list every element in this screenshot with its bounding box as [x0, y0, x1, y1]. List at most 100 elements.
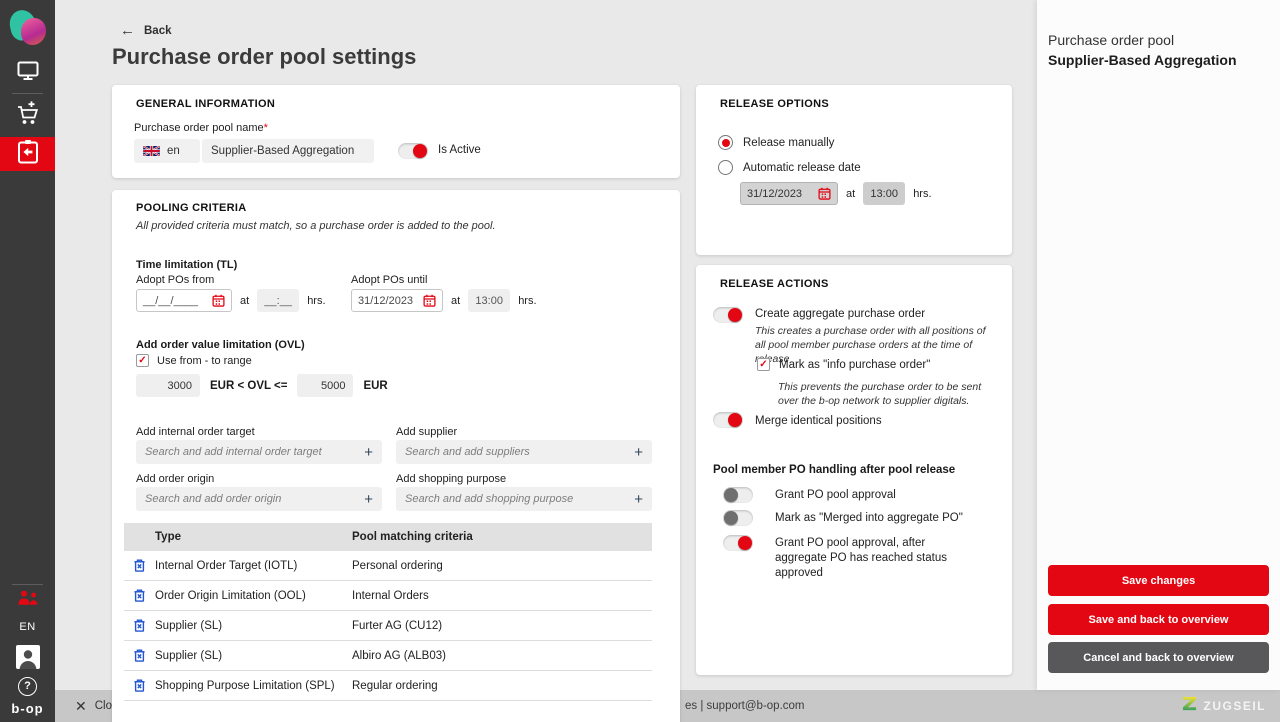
- language-selector[interactable]: en: [134, 139, 200, 163]
- is-active-label: Is Active: [438, 144, 481, 156]
- search-field-label: Add supplier: [396, 426, 458, 438]
- is-active-toggle[interactable]: [398, 143, 428, 159]
- grant-approval-after-toggle[interactable]: [723, 535, 753, 551]
- close-icon: ✕: [75, 697, 87, 714]
- create-aggregate-label: Create aggregate purchase order: [755, 308, 926, 320]
- pool-name-input[interactable]: Supplier-Based Aggregation: [202, 139, 374, 163]
- table-row: Order Origin Limitation (OOL) Internal O…: [124, 581, 652, 611]
- calendar-icon[interactable]: [212, 294, 225, 307]
- merged-into-aggregate-toggle[interactable]: [723, 510, 753, 526]
- release-manually-row: Release manually: [718, 135, 834, 150]
- toggle-knob: [728, 308, 742, 322]
- merged-into-aggregate-label: Mark as "Merged into aggregate PO": [775, 512, 963, 524]
- toggle-knob: [413, 144, 427, 158]
- grant-approval-after-label: Grant PO pool approval, after aggregate …: [775, 537, 947, 579]
- sidebar-item-shop[interactable]: [0, 100, 55, 132]
- sidebar-item-profile[interactable]: [0, 643, 55, 671]
- create-aggregate-toggle[interactable]: [713, 307, 743, 323]
- adopt-from-label: Adopt POs from: [136, 274, 215, 286]
- adopt-from-date-input[interactable]: __/__/____: [136, 289, 232, 312]
- hrs-label: hrs.: [307, 294, 326, 307]
- pooling-criteria-card: POOLING CRITERIA All provided criteria m…: [112, 190, 680, 722]
- delete-row-button[interactable]: [124, 558, 154, 573]
- delete-row-button[interactable]: [124, 648, 154, 663]
- info-po-checkbox[interactable]: ✓: [757, 358, 770, 371]
- at-label: at: [451, 294, 461, 307]
- release-manually-label: Release manually: [743, 136, 835, 149]
- language-code-label: EN: [19, 621, 36, 633]
- delete-row-button[interactable]: [124, 588, 154, 603]
- shopping-purpose-search-input[interactable]: Search and add shopping purpose +: [396, 487, 652, 511]
- panel-subtitle: Purchase order pool: [1048, 32, 1175, 48]
- delete-row-button[interactable]: [124, 618, 154, 633]
- avatar: [15, 645, 40, 669]
- app-window: EN ? b-op ✕ Close es | support@b-op.com …: [0, 0, 1280, 722]
- ovl-operator-label: EUR < OVL <=: [210, 379, 288, 392]
- general-information-card: GENERAL INFORMATION Purchase order pool …: [112, 85, 680, 178]
- calendar-icon[interactable]: [818, 187, 831, 200]
- internal-order-target-search-input[interactable]: Search and add internal order target +: [136, 440, 382, 464]
- sidebar-item-purchase-order-pools[interactable]: [0, 137, 55, 171]
- release-options-title: RELEASE OPTIONS: [720, 98, 830, 110]
- release-date-input[interactable]: 31/12/2023: [740, 182, 838, 205]
- release-options-card: RELEASE OPTIONS Release manually Automat…: [696, 85, 1012, 255]
- at-label: at: [846, 187, 856, 200]
- sidebar-item-bop-brand[interactable]: b-op: [0, 698, 55, 718]
- ovl-min-input[interactable]: 3000: [136, 374, 200, 397]
- info-po-label: Mark as "info purchase order": [779, 358, 931, 371]
- adopt-until-date-input[interactable]: 31/12/2023: [351, 289, 443, 312]
- release-manually-radio[interactable]: [718, 135, 733, 150]
- col-type: Type: [155, 531, 181, 543]
- adopt-until-time-input[interactable]: 13:00: [468, 289, 511, 312]
- zugseil-brand: ZUGSEIL: [1182, 690, 1266, 722]
- order-origin-search-input[interactable]: Search and add order origin +: [136, 487, 382, 511]
- ovl-checkbox-row: ✓ Use from - to range: [136, 354, 252, 367]
- logo-pink-shape: [21, 18, 46, 45]
- back-button[interactable]: ← Back: [120, 22, 172, 39]
- users-red-icon: [16, 590, 40, 611]
- zugseil-brand-text: ZUGSEIL: [1203, 699, 1266, 713]
- toggle-knob: [738, 536, 752, 550]
- adopt-from-time-input[interactable]: __:__: [257, 289, 300, 312]
- add-plus-icon[interactable]: +: [364, 444, 373, 461]
- save-back-button[interactable]: Save and back to overview: [1048, 604, 1269, 635]
- clipboard-arrow-left-icon: [16, 139, 40, 170]
- cart-plus-icon: [15, 100, 41, 132]
- add-plus-icon[interactable]: +: [634, 491, 643, 508]
- app-logo[interactable]: [7, 7, 46, 49]
- merge-positions-toggle[interactable]: [713, 412, 743, 428]
- required-asterisk: *: [263, 122, 268, 134]
- table-row: Supplier (SL) Furter AG (CU12): [124, 611, 652, 641]
- trash-x-icon: [133, 559, 145, 572]
- pool-name-label: Purchase order pool name*: [134, 122, 268, 134]
- save-changes-button[interactable]: Save changes: [1048, 565, 1269, 596]
- criteria-table-header: Type Pool matching criteria: [124, 523, 652, 551]
- sidebar-item-help[interactable]: ?: [0, 674, 55, 698]
- add-plus-icon[interactable]: +: [634, 444, 643, 461]
- info-po-note: This prevents the purchase order to be s…: [778, 381, 982, 407]
- ovl-checkbox[interactable]: ✓: [136, 354, 149, 367]
- cancel-back-button[interactable]: Cancel and back to overview: [1048, 642, 1269, 673]
- grant-approval-toggle[interactable]: [723, 487, 753, 503]
- sidebar: EN ? b-op: [0, 0, 55, 722]
- sidebar-item-language-switch[interactable]: [0, 590, 55, 610]
- release-time-input[interactable]: 13:00: [863, 182, 906, 205]
- calendar-icon[interactable]: [423, 294, 436, 307]
- ovl-max-input[interactable]: 5000: [297, 374, 354, 397]
- back-arrow-icon: ←: [120, 22, 135, 39]
- add-plus-icon[interactable]: +: [364, 491, 373, 508]
- delete-row-button[interactable]: [124, 678, 154, 693]
- main-content: ← Back Purchase order pool settings GENE…: [55, 0, 1037, 722]
- trash-x-icon: [133, 649, 145, 662]
- supplier-search-input[interactable]: Search and add suppliers +: [396, 440, 652, 464]
- sidebar-bottom-divider: [12, 584, 43, 585]
- ovl-heading: Add order value limitation (OVL): [136, 339, 305, 351]
- release-actions-card: RELEASE ACTIONS Create aggregate purchas…: [696, 265, 1012, 675]
- automatic-release-radio[interactable]: [718, 160, 733, 175]
- col-criteria: Pool matching criteria: [352, 531, 473, 543]
- trash-x-icon: [133, 589, 145, 602]
- sidebar-language-label[interactable]: EN: [0, 618, 55, 636]
- sidebar-item-dashboard[interactable]: [0, 58, 55, 88]
- pool-name-value: Supplier-Based Aggregation: [211, 145, 355, 157]
- right-panel: Purchase order pool Supplier-Based Aggre…: [1037, 0, 1280, 690]
